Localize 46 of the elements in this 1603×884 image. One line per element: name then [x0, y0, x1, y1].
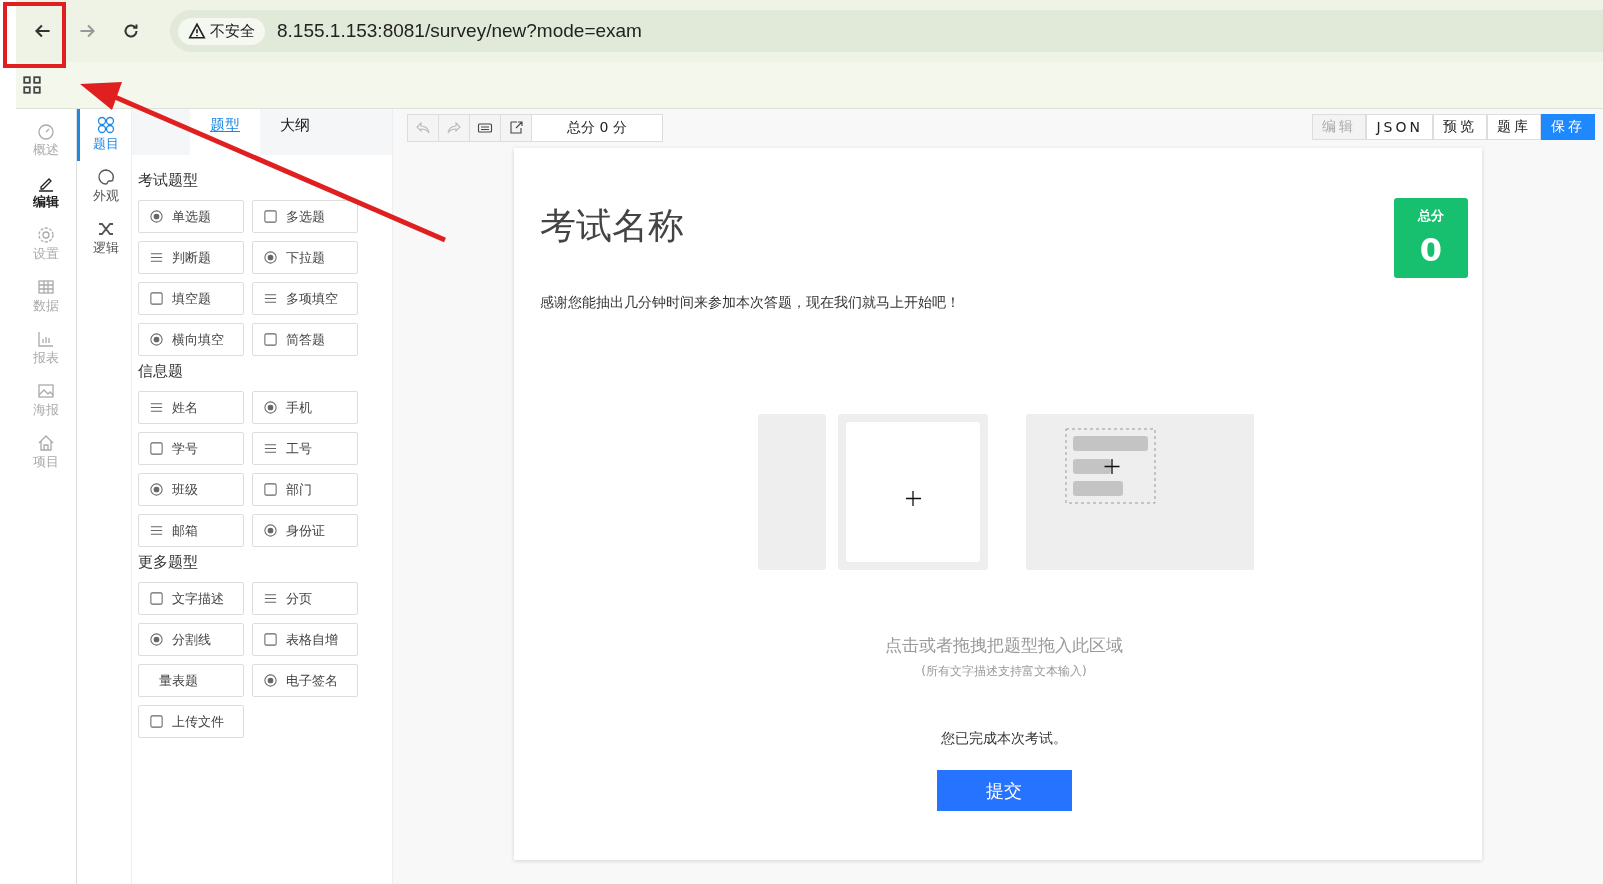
- exam-title: 考试名称: [540, 204, 684, 248]
- finish-message: 您已完成本次考试。: [941, 730, 1067, 748]
- question-type-button[interactable]: 文字描述: [138, 582, 244, 615]
- group-title: 考试题型: [138, 171, 199, 190]
- question-type-button[interactable]: 分页: [252, 582, 358, 615]
- question-type-button[interactable]: 判断题: [138, 241, 244, 274]
- question-type-button[interactable]: 学号: [138, 432, 244, 465]
- toolbar-action-button[interactable]: JSON: [1366, 114, 1433, 140]
- question-type-button[interactable]: 邮箱: [138, 514, 244, 547]
- question-type-button[interactable]: 多选题: [252, 200, 358, 233]
- question-type-button[interactable]: 班级: [138, 473, 244, 506]
- question-type-button[interactable]: 量表题: [138, 664, 244, 697]
- question-type-button[interactable]: 身份证: [252, 514, 358, 547]
- panel-tab[interactable]: 大纲: [260, 109, 330, 155]
- security-chip[interactable]: 不安全: [178, 17, 265, 45]
- nav-item[interactable]: 编辑: [33, 173, 59, 211]
- question-type-button[interactable]: 下拉题: [252, 241, 358, 274]
- question-type-button[interactable]: 单选题: [138, 200, 244, 233]
- question-type-button[interactable]: 电子签名: [252, 664, 358, 697]
- score-value: 0: [1419, 231, 1443, 269]
- submit-button[interactable]: 提交: [936, 770, 1072, 811]
- question-type-button[interactable]: 多项填空: [252, 282, 358, 315]
- toolbar-action-button[interactable]: 题库: [1487, 114, 1541, 140]
- question-type-button[interactable]: 填空题: [138, 282, 244, 315]
- group-title: 更多题型: [138, 553, 199, 572]
- question-type-button[interactable]: 姓名: [138, 391, 244, 424]
- question-type-button[interactable]: 分割线: [138, 623, 244, 656]
- group-title: 信息题: [138, 362, 184, 381]
- sub-nav-item[interactable]: 逻辑: [77, 213, 131, 265]
- url-text: 8.155.1.153:8081/survey/new?mode=exam: [277, 20, 642, 42]
- drop-subhint: (所有文字描述支持富文本输入): [921, 663, 1087, 680]
- question-type-button[interactable]: 工号: [252, 432, 358, 465]
- question-type-button[interactable]: 简答题: [252, 323, 358, 356]
- question-type-button[interactable]: 手机: [252, 391, 358, 424]
- question-type-button[interactable]: 部门: [252, 473, 358, 506]
- panel-tab[interactable]: 题型: [190, 109, 260, 155]
- sub-nav-item[interactable]: 外观: [77, 161, 131, 213]
- exam-description: 感谢您能抽出几分钟时间来参加本次答题，现在我们就马上开始吧！: [540, 294, 961, 312]
- drop-hint: 点击或者拖拽把题型拖入此区域: [885, 634, 1123, 657]
- score-label: 总分: [1418, 207, 1444, 225]
- question-type-button[interactable]: 上传文件: [138, 705, 244, 738]
- address-bar[interactable]: 不安全 8.155.1.153:8081/survey/new?mode=exam: [170, 10, 1603, 52]
- toolbar-action-button[interactable]: 预览: [1433, 114, 1487, 140]
- question-type-button[interactable]: 横向填空: [138, 323, 244, 356]
- total-score-label: 总分 0 分: [566, 118, 628, 137]
- question-type-button[interactable]: 表格自增: [252, 623, 358, 656]
